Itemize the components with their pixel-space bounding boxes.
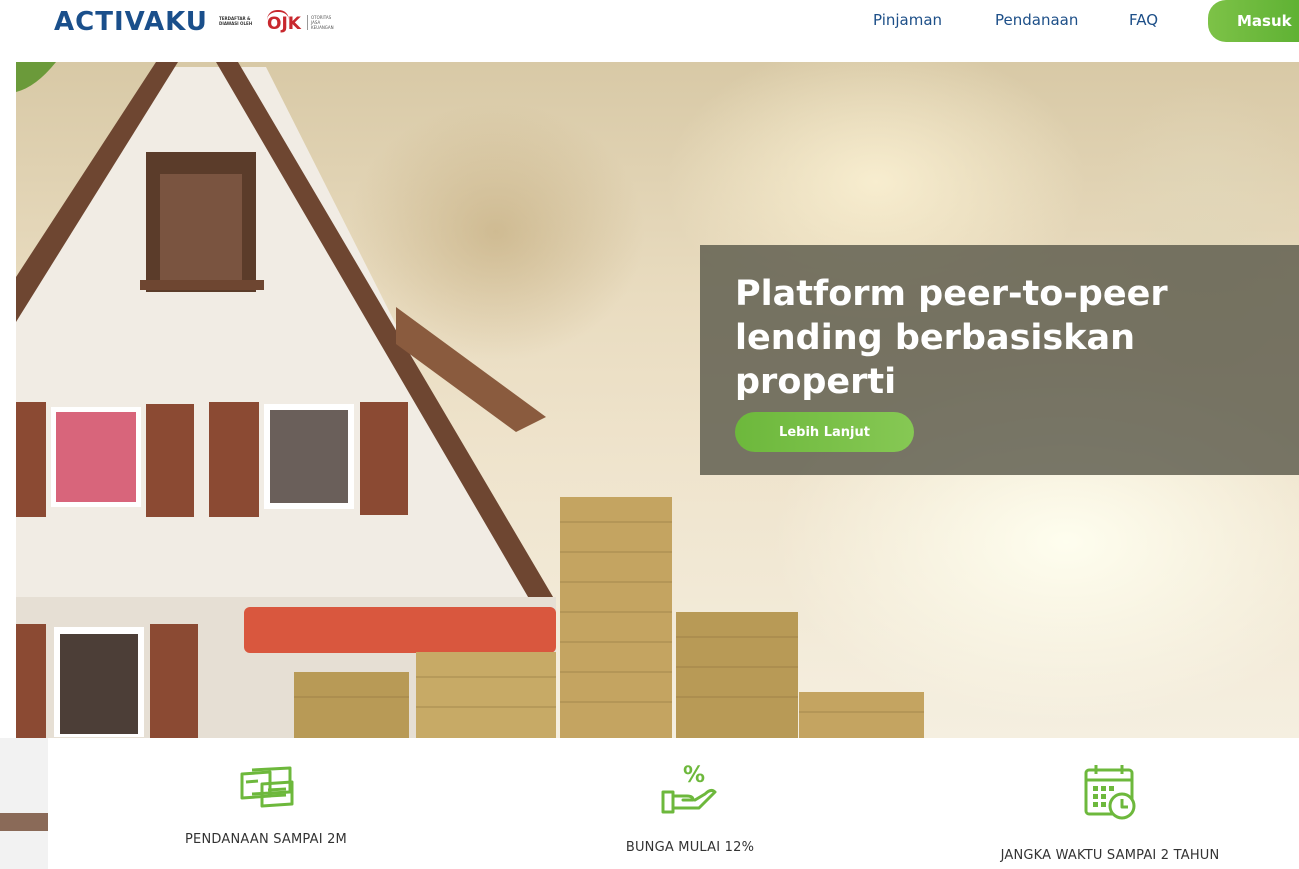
login-button-label: Masuk (1237, 12, 1292, 30)
nav-pendanaan[interactable]: Pendanaan (995, 10, 1078, 30)
feature-jangka-waktu-label: JANGKA WAKTU SAMPAI 2 TAHUN (1000, 848, 1220, 863)
feature-pendanaan-label: PENDANAAN SAMPAI 2M (185, 832, 347, 847)
login-button[interactable]: Masuk (1208, 0, 1299, 42)
nav-pinjaman[interactable]: Pinjaman (873, 10, 942, 30)
feature-bunga-label: BUNGA MULAI 12% (625, 840, 755, 855)
calendar-clock-icon (1084, 765, 1136, 820)
feature-bunga: % BUNGA MULAI 12% (540, 762, 840, 855)
learn-more-button[interactable]: Lebih Lanjut (735, 412, 914, 452)
site-header: ACTIVAKU TERDAFTAR & DIAWASI OLEH OJK OT… (0, 0, 1299, 52)
feature-pendanaan: PENDANAAN SAMPAI 2M (116, 762, 416, 847)
ojk-registered-text: TERDAFTAR & DIAWASI OLEH (219, 17, 253, 27)
hero-title: Platform peer-to-peer lending berbasiska… (735, 272, 1295, 404)
learn-more-label: Lebih Lanjut (779, 424, 870, 440)
ojk-badge: TERDAFTAR & DIAWASI OLEH OJK OTORITAS JA… (219, 9, 341, 35)
logo-text: ACTIVAKU (54, 7, 208, 37)
ojk-logo-icon: OJK (263, 10, 303, 34)
hero-title-line1: Platform peer-to-peer (735, 274, 1168, 314)
ojk-name-text: OTORITAS JASA KEUANGAN (307, 14, 341, 30)
money-stack-icon (240, 766, 294, 808)
left-edge-strip (0, 738, 48, 869)
svg-text:%: % (683, 763, 705, 788)
nav-faq[interactable]: FAQ (1129, 10, 1158, 30)
aktivaku-logo[interactable]: ACTIVAKU (54, 6, 208, 38)
hero-title-line2: lending berbasiskan properti (735, 318, 1136, 402)
hand-percent-icon: % (661, 763, 717, 814)
feature-jangka-waktu: JANGKA WAKTU SAMPAI 2 TAHUN (960, 762, 1260, 863)
